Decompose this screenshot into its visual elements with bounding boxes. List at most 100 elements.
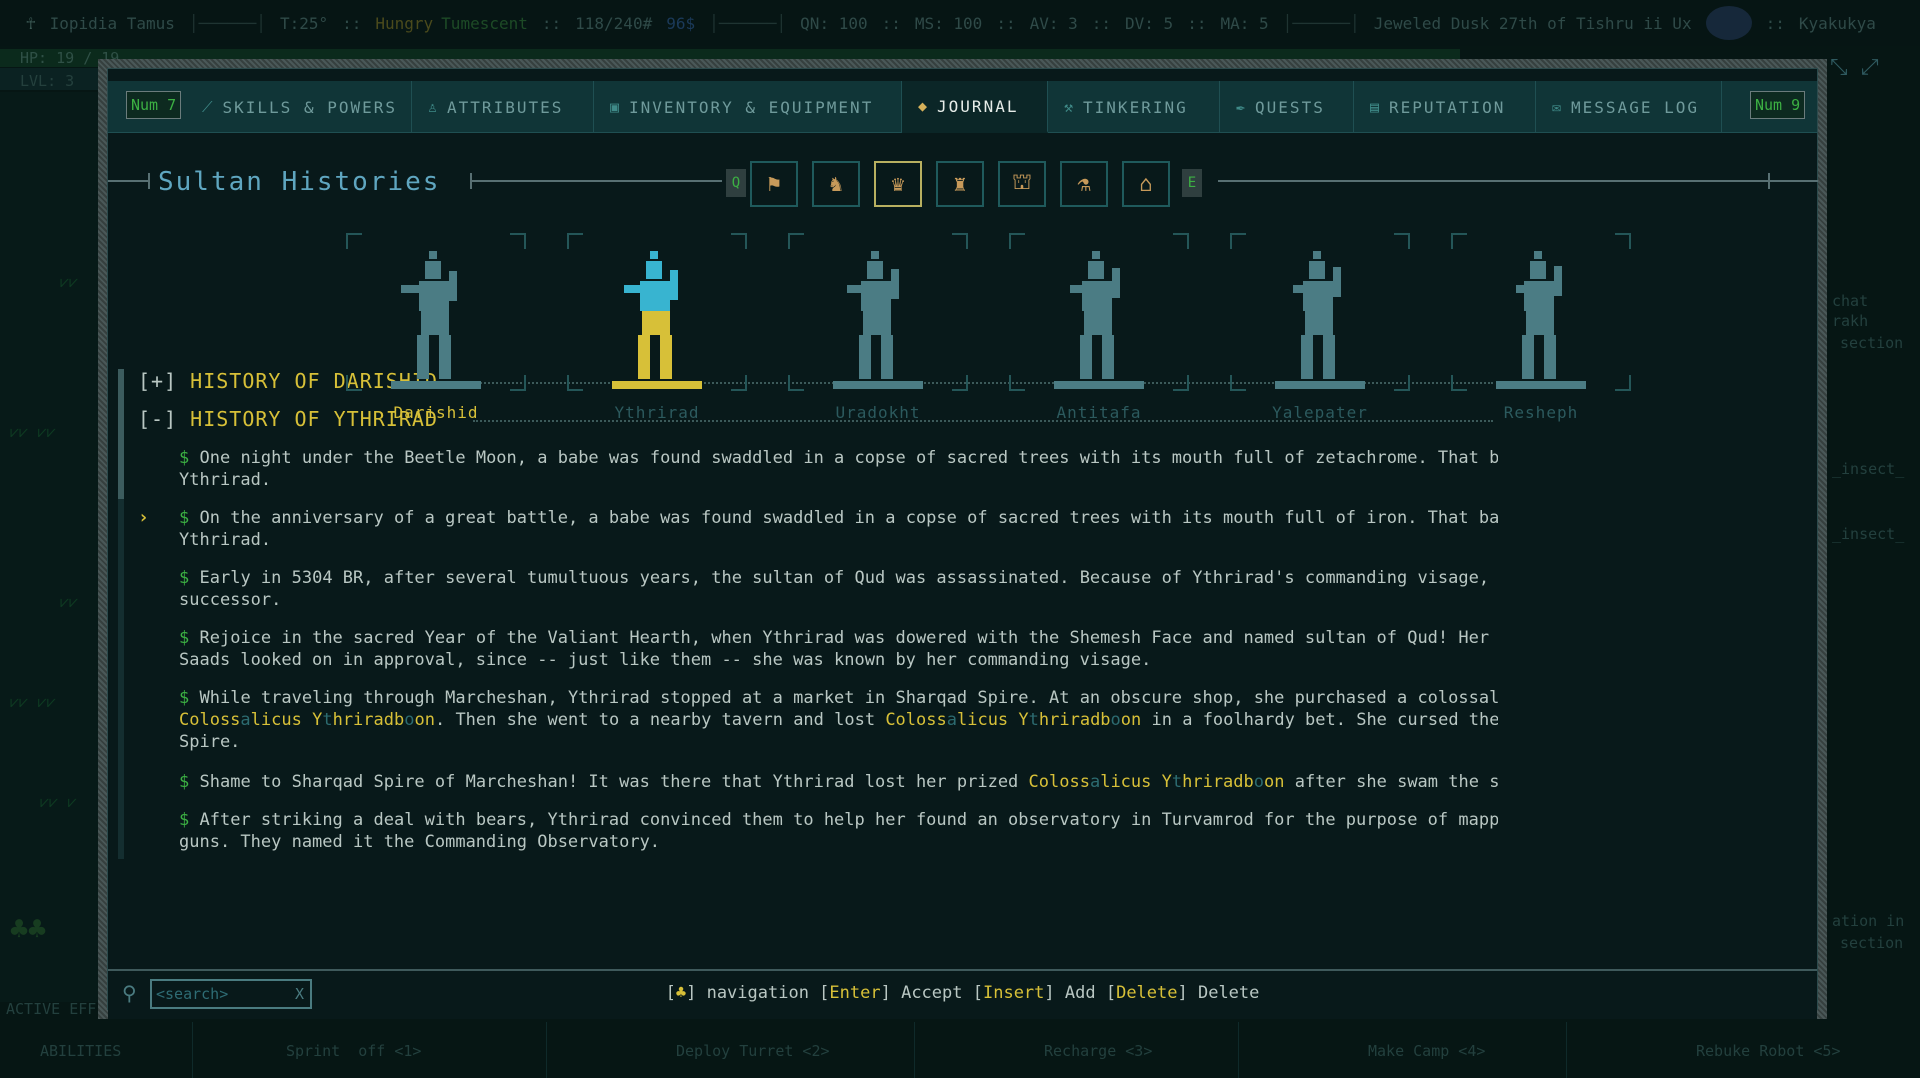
tab-inventory-equipment[interactable]: ▣ INVENTORY & EQUIPMENT <box>594 81 902 133</box>
entry-text: One night under the Beetle Moon, a babe … <box>179 448 1498 490</box>
expand-toggle[interactable]: [+] <box>138 369 177 393</box>
sultans-category-button[interactable]: ♞ <box>812 161 860 207</box>
tab-label: JOURNAL <box>937 96 1019 116</box>
sultan-card[interactable]: Ythrirad <box>567 233 747 422</box>
tab-skills-powers[interactable]: ⟋ SKILLS & POWERS <box>186 81 412 133</box>
tab-message-log[interactable]: ✉ MESSAGE LOG <box>1536 81 1722 133</box>
sultan-name: Yalepater <box>1272 403 1368 422</box>
frame-corner <box>1230 233 1246 249</box>
item-name-text: t <box>322 710 333 730</box>
tab-attributes[interactable]: ♙ ATTRIBUTES <box>412 81 594 133</box>
sultan-card[interactable]: Uradokht <box>788 233 968 422</box>
item-name-text: a <box>1089 772 1101 792</box>
tab-label: QUESTS <box>1255 97 1325 117</box>
frame-corner <box>952 375 968 391</box>
world-map: ⩗⩗ ⩗⩗ ⩗⩗ ⩗⩗ ⩗⩗ ⩗⩗ ⩗⩗ ⩗ ♣♣ <box>0 92 98 1002</box>
bullet-icon: $ <box>179 568 190 588</box>
frame-corner <box>1451 375 1467 391</box>
side-text: rakh <box>1832 312 1869 330</box>
side-text: section <box>1840 934 1904 952</box>
sultan-name: Antitafa <box>1056 403 1142 422</box>
temperature: T:25° <box>279 13 329 33</box>
bullet-icon: $ <box>179 508 190 528</box>
ability-button[interactable]: Recharge <3> <box>1044 1042 1152 1060</box>
divider <box>1238 1022 1239 1078</box>
sultan-statue-icon <box>401 251 457 379</box>
frame-corner <box>1009 233 1025 249</box>
bullet-icon: $ <box>179 772 190 792</box>
expand-toggle[interactable]: [-] <box>138 407 177 431</box>
villages-category-button[interactable]: ♜ <box>936 161 984 207</box>
tab-quests[interactable]: ✒ QUESTS <box>1220 81 1354 133</box>
frame-corner <box>1394 233 1410 249</box>
quill-icon: ✒ <box>1236 98 1248 116</box>
frame-corner <box>952 233 968 249</box>
side-text: chat <box>1832 292 1869 310</box>
villages-icon: ♜ <box>953 171 967 197</box>
bullet-icon: $ <box>179 448 190 468</box>
frame-corner <box>788 375 804 391</box>
tab-reputation[interactable]: ▤ REPUTATION <box>1354 81 1536 133</box>
next-category-key[interactable]: E <box>1182 169 1202 197</box>
sultan-card[interactable]: Antitafa <box>1009 233 1189 422</box>
prev-category-key[interactable]: Q <box>726 169 746 197</box>
item-name-text: on <box>1120 710 1142 730</box>
tab-tinkering[interactable]: ⚒ TINKERING <box>1048 81 1220 133</box>
ability-button[interactable]: Make Camp <4> <box>1368 1042 1485 1060</box>
key-hint: Enter <box>829 983 881 1003</box>
tab-label: TINKERING <box>1083 97 1188 117</box>
tab-label: INVENTORY & EQUIPMENT <box>629 97 874 117</box>
figure-icon: ♙ <box>428 98 440 116</box>
sultan-name: Ythrirad <box>614 403 700 422</box>
tomb-category-button[interactable]: ⛫ <box>998 161 1046 207</box>
history-entry[interactable]: $ On the anniversary of a great battle, … <box>179 507 1498 551</box>
sultan-card[interactable]: Yalepater <box>1230 233 1410 422</box>
shrine-icon: ⌂ <box>1139 171 1153 197</box>
history-category-button[interactable]: ♛ <box>874 161 922 207</box>
history-entry[interactable]: $ Rejoice in the sacred Year of the Vali… <box>179 627 1498 671</box>
history-entry[interactable]: $ After striking a deal with bears, Ythr… <box>179 809 1498 853</box>
history-entry[interactable]: $ While traveling through Marcheshan, Yt… <box>179 687 1498 753</box>
recipes-category-button[interactable]: ⚗ <box>1060 161 1108 207</box>
game-date: Jeweled Dusk 27th of Tishru ii Ux <box>1373 13 1692 33</box>
history-entry[interactable]: $ Early in 5304 BR, after several tumult… <box>179 567 1498 611</box>
tab-label: MESSAGE LOG <box>1571 97 1699 117</box>
item-name-text: o <box>1253 772 1265 792</box>
sultan-card[interactable]: Darishid <box>346 233 526 422</box>
item-name-text: o <box>1110 710 1121 730</box>
prev-tab-key[interactable]: Num 7 <box>126 91 182 119</box>
sultans-icon: ♞ <box>829 171 843 197</box>
key-hint: ] navigation <box>686 983 820 1003</box>
item-name-text: a <box>946 710 957 730</box>
frame-corner <box>567 375 583 391</box>
statue-pedestal <box>391 381 481 389</box>
ability-button[interactable]: Sprint off <1> <box>286 1042 421 1060</box>
shrine-category-button[interactable]: ⌂ <box>1122 161 1170 207</box>
history-icon: ♛ <box>891 171 905 197</box>
scrollbar-thumb[interactable] <box>118 369 124 499</box>
locations-category-button[interactable]: ⚑ <box>750 161 798 207</box>
history-entry[interactable]: $ Shame to Sharqad Spire of Marcheshan! … <box>179 771 1498 793</box>
tab-journal[interactable]: ◆ JOURNAL <box>902 81 1048 133</box>
history-entry[interactable]: $ One night under the Beetle Moon, a bab… <box>179 447 1498 491</box>
sultan-card[interactable]: Resheph <box>1451 233 1631 422</box>
frame-corner <box>346 233 362 249</box>
ability-button[interactable]: Deploy Turret <2> <box>676 1042 830 1060</box>
weight: 118/240# <box>575 13 653 33</box>
key-hint: Insert <box>982 983 1045 1003</box>
key-hint: ] Accept <box>880 983 973 1003</box>
next-tab-key[interactable]: Num 9 <box>1750 91 1806 119</box>
zoom-arrows-icon[interactable]: ⤡ ⤢ <box>1830 55 1878 80</box>
tab-label: SKILLS & POWERS <box>222 97 398 117</box>
item-name-text: Coloss <box>885 710 947 730</box>
key-hint: [ <box>1105 983 1117 1003</box>
bottom-bar: ⚲ <search> X [♣] navigation [Enter] Accep… <box>108 969 1817 1019</box>
ability-button[interactable]: Rebuke Robot <5> <box>1696 1042 1841 1060</box>
item-name-text: o <box>404 710 415 730</box>
item-name-text: Coloss <box>179 710 241 730</box>
item-name-text: a <box>240 710 251 730</box>
tab-bar: Num 7 Num 9 ⟋ SKILLS & POWERS ♙ ATTRIBUTES ▣… <box>108 81 1817 133</box>
frame-corner <box>567 233 583 249</box>
money: 96$ <box>666 13 696 33</box>
key-hint: [ <box>972 983 983 1003</box>
